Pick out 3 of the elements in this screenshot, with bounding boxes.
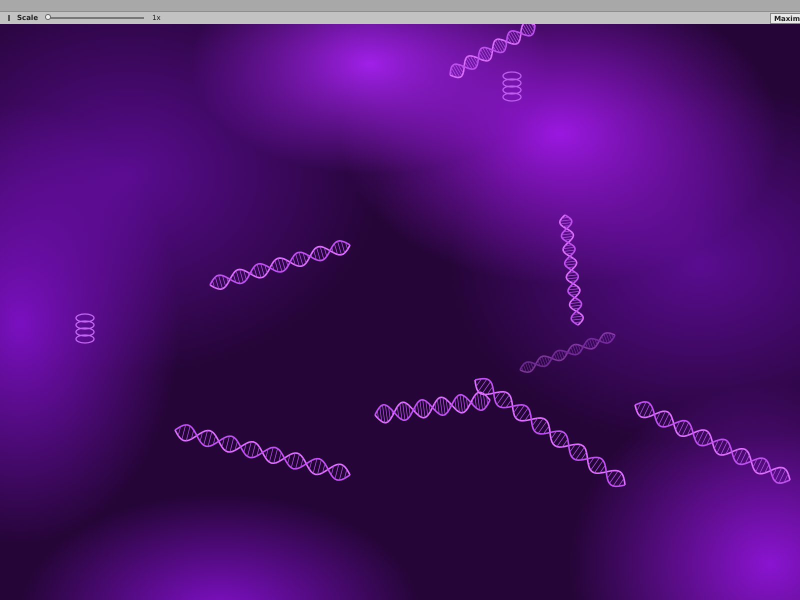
- slider-thumb[interactable]: [45, 14, 52, 20]
- coil-drawing: [75, 313, 95, 344]
- coil-drawing: [502, 71, 522, 102]
